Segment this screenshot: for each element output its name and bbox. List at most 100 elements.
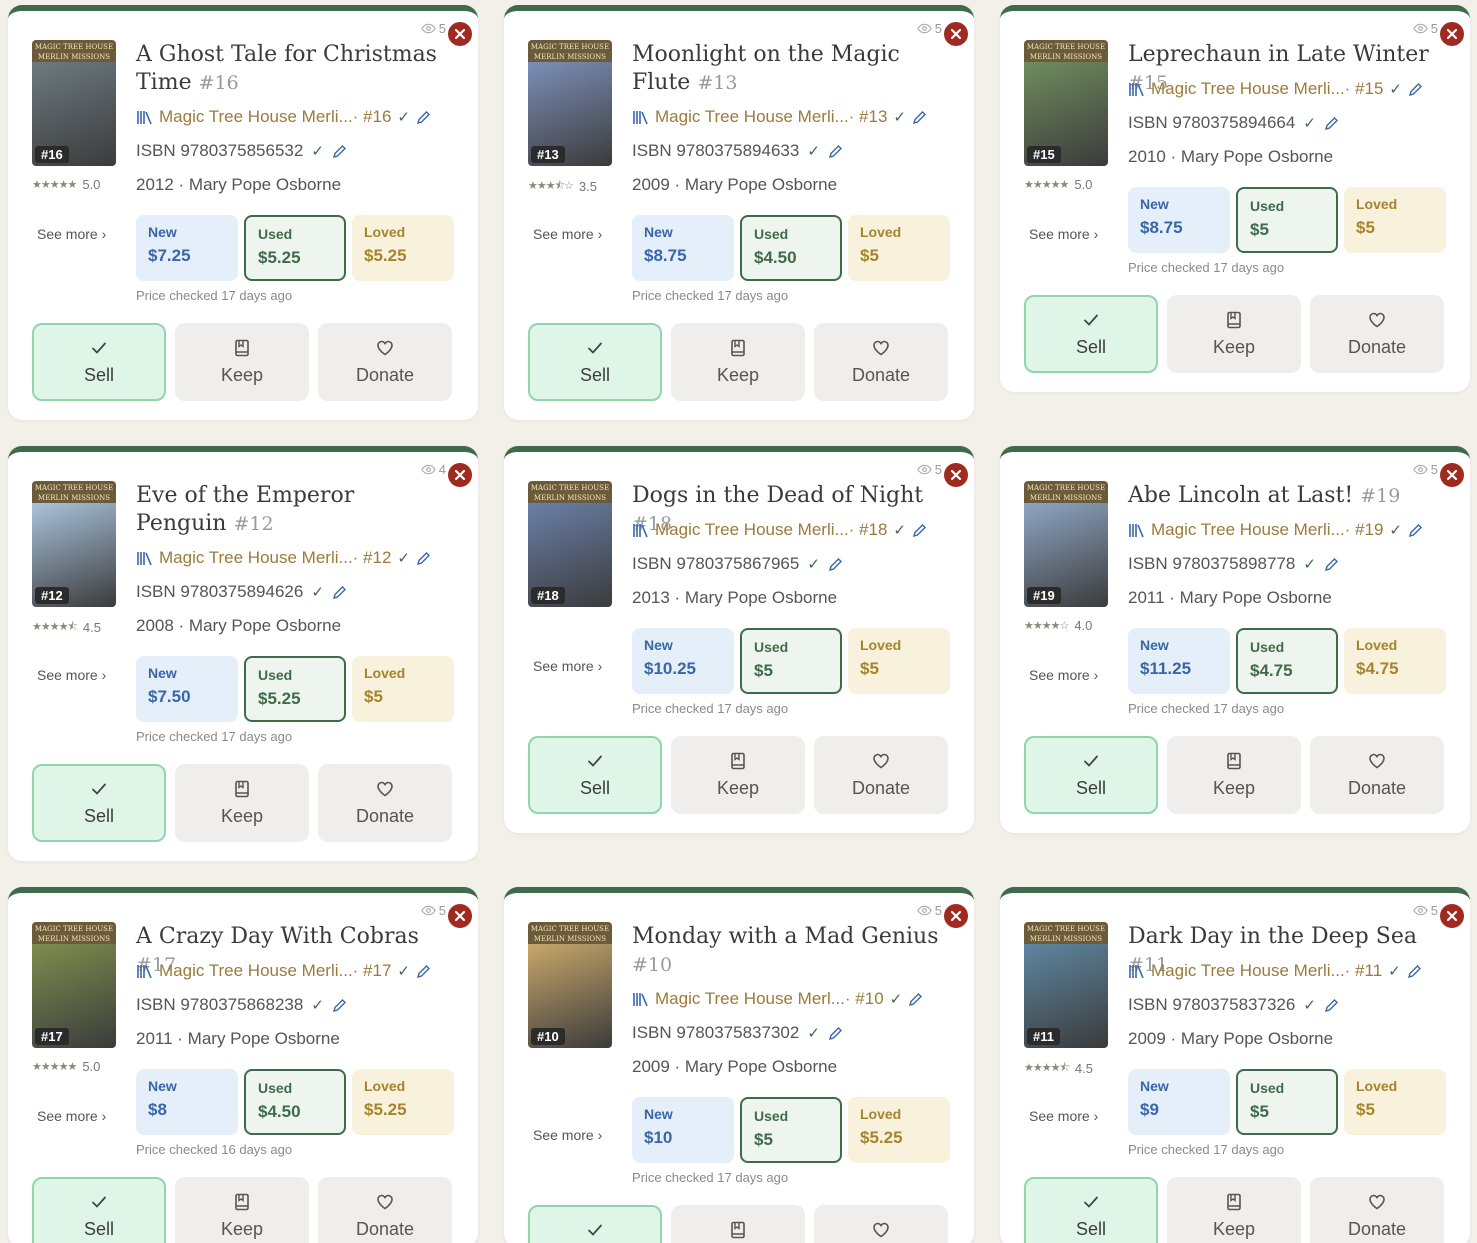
price-used[interactable]: Used $5 [1236, 1069, 1338, 1135]
keep-button[interactable]: Keep [175, 1177, 309, 1243]
donate-button[interactable]: Donate [814, 323, 948, 401]
series-line[interactable]: Magic Tree House Merli...· #12 ✓ [136, 548, 431, 568]
see-more-link[interactable]: See more › [37, 226, 106, 242]
see-more-link[interactable]: See more › [533, 658, 602, 674]
price-new[interactable]: New $7.50 [136, 656, 238, 722]
price-used[interactable]: Used $4.50 [740, 215, 842, 281]
price-loved[interactable]: Loved $5.25 [352, 215, 454, 281]
series-line[interactable]: Magic Tree House Merli...· #18 ✓ [632, 520, 927, 540]
edit-pencil-icon[interactable] [912, 110, 927, 125]
price-loved[interactable]: Loved $4.75 [1344, 628, 1446, 694]
series-line[interactable]: Magic Tree House Merl...· #10 ✓ [632, 989, 923, 1009]
sell-button[interactable]: Sell [1024, 295, 1158, 373]
book-cover[interactable]: MAGIC TREE HOUSE MERLIN MISSIONS #17 [32, 922, 116, 1048]
price-used[interactable]: Used $5.25 [244, 656, 346, 722]
edit-pencil-icon[interactable] [416, 110, 431, 125]
edit-pencil-icon[interactable] [416, 551, 431, 566]
keep-button[interactable]: Keep [175, 323, 309, 401]
see-more-link[interactable]: See more › [533, 1127, 602, 1143]
price-used[interactable]: Used $5 [1236, 187, 1338, 253]
book-cover[interactable]: MAGIC TREE HOUSE MERLIN MISSIONS #10 [528, 922, 612, 1048]
edit-pencil-icon[interactable] [912, 523, 927, 538]
edit-pencil-icon[interactable] [1324, 998, 1339, 1013]
remove-button[interactable] [1440, 904, 1464, 928]
price-loved[interactable]: Loved $5 [848, 215, 950, 281]
edit-pencil-icon[interactable] [1408, 523, 1423, 538]
remove-button[interactable] [1440, 22, 1464, 46]
donate-button[interactable]: Donate [1310, 736, 1444, 814]
see-more-link[interactable]: See more › [37, 667, 106, 683]
donate-button[interactable]: Donate [1310, 1177, 1444, 1243]
price-new[interactable]: New $8.75 [632, 215, 734, 281]
edit-pencil-icon[interactable] [332, 585, 347, 600]
book-cover[interactable]: MAGIC TREE HOUSE MERLIN MISSIONS #15 [1024, 40, 1108, 166]
edit-pencil-icon[interactable] [828, 1026, 843, 1041]
donate-button[interactable]: Donate [1310, 295, 1444, 373]
keep-button[interactable]: Keep [671, 323, 805, 401]
sell-button[interactable]: Sell [1024, 736, 1158, 814]
sell-button[interactable]: Sell [528, 736, 662, 814]
price-used[interactable]: Used $5 [740, 1097, 842, 1163]
price-used[interactable]: Used $5 [740, 628, 842, 694]
see-more-link[interactable]: See more › [1029, 1108, 1098, 1124]
remove-button[interactable] [448, 904, 472, 928]
sell-button[interactable]: Sell [528, 323, 662, 401]
edit-pencil-icon[interactable] [908, 992, 923, 1007]
book-cover[interactable]: MAGIC TREE HOUSE MERLIN MISSIONS #11 [1024, 922, 1108, 1048]
donate-button[interactable]: Donate [814, 736, 948, 814]
price-new[interactable]: New $8 [136, 1069, 238, 1135]
sell-button[interactable]: Sell [528, 1205, 662, 1243]
price-used[interactable]: Used $5.25 [244, 215, 346, 281]
price-loved[interactable]: Loved $5.25 [848, 1097, 950, 1163]
remove-button[interactable] [448, 22, 472, 46]
price-used[interactable]: Used $4.75 [1236, 628, 1338, 694]
price-used[interactable]: Used $4.50 [244, 1069, 346, 1135]
book-cover[interactable]: MAGIC TREE HOUSE MERLIN MISSIONS #12 [32, 481, 116, 607]
edit-pencil-icon[interactable] [332, 998, 347, 1013]
price-new[interactable]: New $11.25 [1128, 628, 1230, 694]
sell-button[interactable]: Sell [1024, 1177, 1158, 1243]
edit-pencil-icon[interactable] [1407, 964, 1422, 979]
edit-pencil-icon[interactable] [1408, 82, 1423, 97]
remove-button[interactable] [944, 904, 968, 928]
price-new[interactable]: New $10.25 [632, 628, 734, 694]
series-line[interactable]: Magic Tree House Merli...· #19 ✓ [1128, 520, 1423, 540]
see-more-link[interactable]: See more › [1029, 226, 1098, 242]
price-new[interactable]: New $7.25 [136, 215, 238, 281]
sell-button[interactable]: Sell [32, 1177, 166, 1243]
series-line[interactable]: Magic Tree House Merli...· #17 ✓ [136, 961, 431, 981]
keep-button[interactable]: Keep [1167, 736, 1301, 814]
remove-button[interactable] [944, 22, 968, 46]
price-new[interactable]: New $10 [632, 1097, 734, 1163]
book-cover[interactable]: MAGIC TREE HOUSE MERLIN MISSIONS #19 [1024, 481, 1108, 607]
keep-button[interactable]: Keep [671, 1205, 805, 1243]
price-loved[interactable]: Loved $5 [1344, 1069, 1446, 1135]
see-more-link[interactable]: See more › [533, 226, 602, 242]
see-more-link[interactable]: See more › [37, 1108, 106, 1124]
price-loved[interactable]: Loved $5 [352, 656, 454, 722]
book-cover[interactable]: MAGIC TREE HOUSE MERLIN MISSIONS #18 [528, 481, 612, 607]
donate-button[interactable]: Donate [318, 323, 452, 401]
remove-button[interactable] [944, 463, 968, 487]
series-line[interactable]: Magic Tree House Merli...· #15 ✓ [1128, 79, 1423, 99]
edit-pencil-icon[interactable] [1324, 116, 1339, 131]
sell-button[interactable]: Sell [32, 323, 166, 401]
donate-button[interactable]: Donate [318, 764, 452, 842]
remove-button[interactable] [448, 463, 472, 487]
edit-pencil-icon[interactable] [828, 144, 843, 159]
keep-button[interactable]: Keep [1167, 295, 1301, 373]
book-cover[interactable]: MAGIC TREE HOUSE MERLIN MISSIONS #13 [528, 40, 612, 166]
price-loved[interactable]: Loved $5 [848, 628, 950, 694]
price-loved[interactable]: Loved $5 [1344, 187, 1446, 253]
remove-button[interactable] [1440, 463, 1464, 487]
keep-button[interactable]: Keep [175, 764, 309, 842]
keep-button[interactable]: Keep [1167, 1177, 1301, 1243]
edit-pencil-icon[interactable] [828, 557, 843, 572]
price-loved[interactable]: Loved $5.25 [352, 1069, 454, 1135]
see-more-link[interactable]: See more › [1029, 667, 1098, 683]
book-cover[interactable]: MAGIC TREE HOUSE MERLIN MISSIONS #16 [32, 40, 116, 166]
donate-button[interactable]: Donate [318, 1177, 452, 1243]
edit-pencil-icon[interactable] [1324, 557, 1339, 572]
donate-button[interactable]: Donate [814, 1205, 948, 1243]
edit-pencil-icon[interactable] [416, 964, 431, 979]
